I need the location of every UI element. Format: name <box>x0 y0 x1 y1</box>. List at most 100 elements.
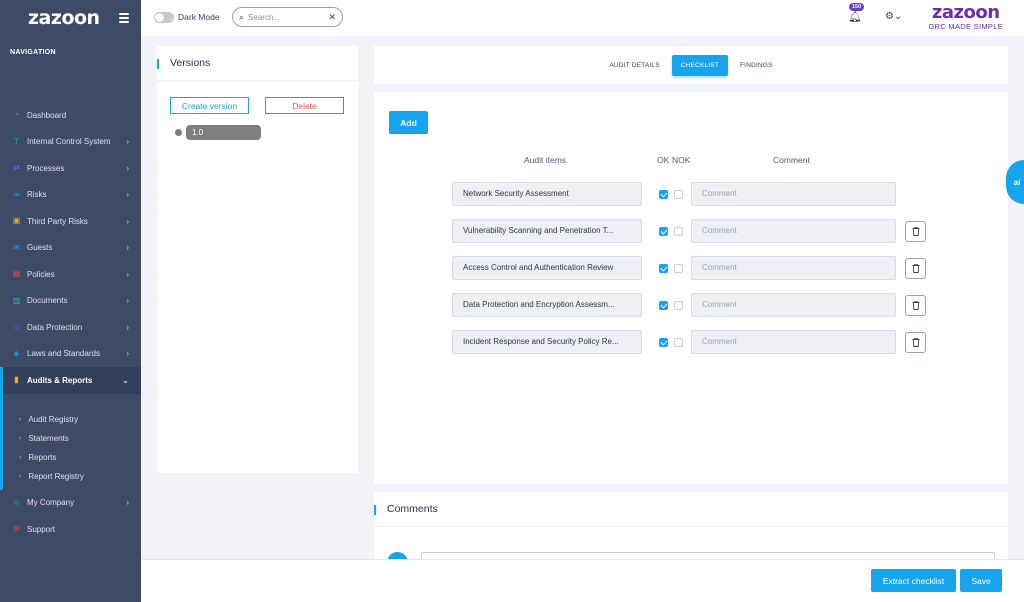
audit-item-field[interactable]: Data Protection and Encryption Assessm..… <box>452 293 642 317</box>
sidebar-item-audits-reports[interactable]: ▮ Audits & Reports ⌄ <box>0 367 141 394</box>
save-button[interactable]: Save <box>960 569 1002 592</box>
sidebar-item-support[interactable]: ⊙ Support <box>0 516 141 543</box>
chevron-right-icon: › <box>126 349 129 359</box>
nok-checkbox[interactable] <box>674 338 683 347</box>
sidebar-item-internal-control-system[interactable]: ⊤ Internal Control System › <box>0 129 141 156</box>
version-item[interactable]: 1.0 <box>175 125 261 140</box>
ok-checkbox[interactable] <box>659 190 668 199</box>
data-protection-icon: ⌂ <box>14 322 19 332</box>
sidebar-item-documents[interactable]: ▥ Documents › <box>0 288 141 315</box>
sidebar-item-label: Dashboard <box>27 110 67 120</box>
sidebar-item-guests[interactable]: ✉ Guests › <box>0 235 141 262</box>
delete-row-button[interactable] <box>905 332 926 353</box>
trash-icon <box>912 227 919 236</box>
audits-icon: ▮ <box>14 375 19 385</box>
create-version-button[interactable]: Create version <box>170 97 249 114</box>
sidebar-item-my-company[interactable]: ☺ My Company › <box>0 490 141 517</box>
dark-mode-toggle[interactable] <box>154 12 174 23</box>
nav-list-bottom: ☺ My Company › ⊙ Support <box>0 490 141 543</box>
version-label: 1.0 <box>186 125 261 140</box>
submenu-item-label: Statements <box>28 433 69 443</box>
comment-field[interactable]: Comment <box>691 219 896 243</box>
nok-checkbox[interactable] <box>674 264 683 273</box>
sidebar-item-processes[interactable]: ⇄ Processes › <box>0 155 141 182</box>
sidebar-header: zazoon <box>0 0 141 36</box>
delete-row-button[interactable] <box>905 221 926 242</box>
sidebar-item-laws-and-standards[interactable]: ◈ Laws and Standards › <box>0 341 141 368</box>
tab-findings[interactable]: FINDINGS <box>734 56 779 75</box>
chevron-right-icon: › <box>126 322 129 332</box>
brand-name: zazoon <box>931 2 1000 23</box>
nok-checkbox[interactable] <box>674 190 683 199</box>
sidebar-item-label: Laws and Standards <box>27 349 100 359</box>
search-icon: ⌕ <box>239 11 245 22</box>
ok-checkbox[interactable] <box>659 301 668 310</box>
tab-checklist[interactable]: CHECKLIST <box>671 54 729 76</box>
app-logo[interactable]: zazoon <box>28 7 100 29</box>
trash-icon <box>912 264 919 273</box>
col-header-comment: Comment <box>773 155 810 165</box>
submenu-item-label: Audit Registry <box>28 414 79 424</box>
sidebar: zazoon NAVIGATION ◔ Dashboard ⊤ Internal Co… <box>0 0 141 602</box>
audit-item-field[interactable]: Incident Response and Security Policy Re… <box>452 330 642 354</box>
ai-assistant-tab[interactable]: ai <box>1006 160 1024 204</box>
submenu-item-reports[interactable]: › Reports <box>0 448 141 467</box>
comment-field[interactable]: Comment <box>691 256 896 280</box>
gear-icon[interactable]: ⚙⌄ <box>885 11 902 22</box>
search-input[interactable] <box>248 12 319 22</box>
audit-item-field[interactable]: Network Security Assessment <box>452 182 642 206</box>
tab-bar: AUDIT DETAILS CHECKLIST FINDINGS <box>374 46 1008 84</box>
ok-checkbox[interactable] <box>659 338 668 347</box>
processes-icon: ⇄ <box>13 163 20 173</box>
submenu-item-statements[interactable]: › Statements <box>0 429 141 448</box>
sidebar-item-risks[interactable]: ∞ Risks › <box>0 182 141 209</box>
delete-row-button[interactable] <box>905 258 926 279</box>
dark-mode-label: Dark Mode <box>178 12 220 22</box>
delete-version-button[interactable]: Delete <box>265 97 344 114</box>
trash-icon <box>912 338 919 347</box>
sidebar-item-label: Processes <box>27 163 65 173</box>
sidebar-item-label: Policies <box>27 269 55 279</box>
comment-field[interactable]: Comment <box>691 293 896 317</box>
clear-search-icon[interactable]: ✕ <box>328 12 336 23</box>
sidebar-item-label: Data Protection <box>27 322 83 332</box>
sidebar-item-data-protection[interactable]: ⌂ Data Protection › <box>0 314 141 341</box>
comments-title: Comments <box>374 492 1008 527</box>
sidebar-item-label: Audits & Reports <box>27 375 93 385</box>
third-party-icon: ▣ <box>12 216 21 226</box>
trash-icon <box>912 301 919 310</box>
col-header-ok: OK <box>657 155 670 165</box>
audit-item-field[interactable]: Access Control and Authentication Review <box>452 256 642 280</box>
sidebar-item-label: Guests <box>27 243 53 253</box>
tab-audit-details[interactable]: AUDIT DETAILS <box>603 56 665 75</box>
guests-icon: ✉ <box>13 242 20 252</box>
nok-checkbox[interactable] <box>674 227 683 236</box>
ok-checkbox[interactable] <box>659 227 668 236</box>
comments-panel: Comments <box>374 492 1008 562</box>
submenu-item-audit-registry[interactable]: › Audit Registry <box>0 410 141 429</box>
sidebar-item-dashboard[interactable]: ◔ Dashboard <box>0 102 141 129</box>
bell-icon[interactable]: 🔔︎ <box>848 10 862 23</box>
versions-title: Versions <box>157 46 358 81</box>
nok-checkbox[interactable] <box>674 301 683 310</box>
audit-item-field[interactable]: Vulnerability Scanning and Penetration T… <box>452 219 642 243</box>
search-box: ⌕ ✕ <box>232 7 343 27</box>
comment-field[interactable]: Comment <box>691 182 896 206</box>
comment-field[interactable]: Comment <box>691 330 896 354</box>
submenu-item-report-registry[interactable]: › Report Registry <box>0 467 141 486</box>
menu-toggle-icon[interactable] <box>119 13 129 23</box>
sidebar-item-label: Risks <box>27 190 47 200</box>
audits-submenu: › Audit Registry › Statements › Reports › Repor… <box>0 393 141 490</box>
chevron-right-icon: › <box>19 472 22 480</box>
submenu-item-label: Report Registry <box>28 471 84 481</box>
chevron-right-icon: › <box>126 498 129 508</box>
chevron-right-icon: › <box>126 216 129 226</box>
sidebar-item-third-party-risks[interactable]: ▣ Third Party Risks › <box>0 208 141 235</box>
nav-caption: NAVIGATION <box>10 49 56 56</box>
extract-checklist-button[interactable]: Extract checklist <box>871 569 956 592</box>
sidebar-item-policies[interactable]: ▤ Policies › <box>0 261 141 288</box>
documents-icon: ▥ <box>12 295 21 305</box>
add-item-button[interactable]: Add <box>389 111 428 134</box>
delete-row-button[interactable] <box>905 295 926 316</box>
ok-checkbox[interactable] <box>659 264 668 273</box>
